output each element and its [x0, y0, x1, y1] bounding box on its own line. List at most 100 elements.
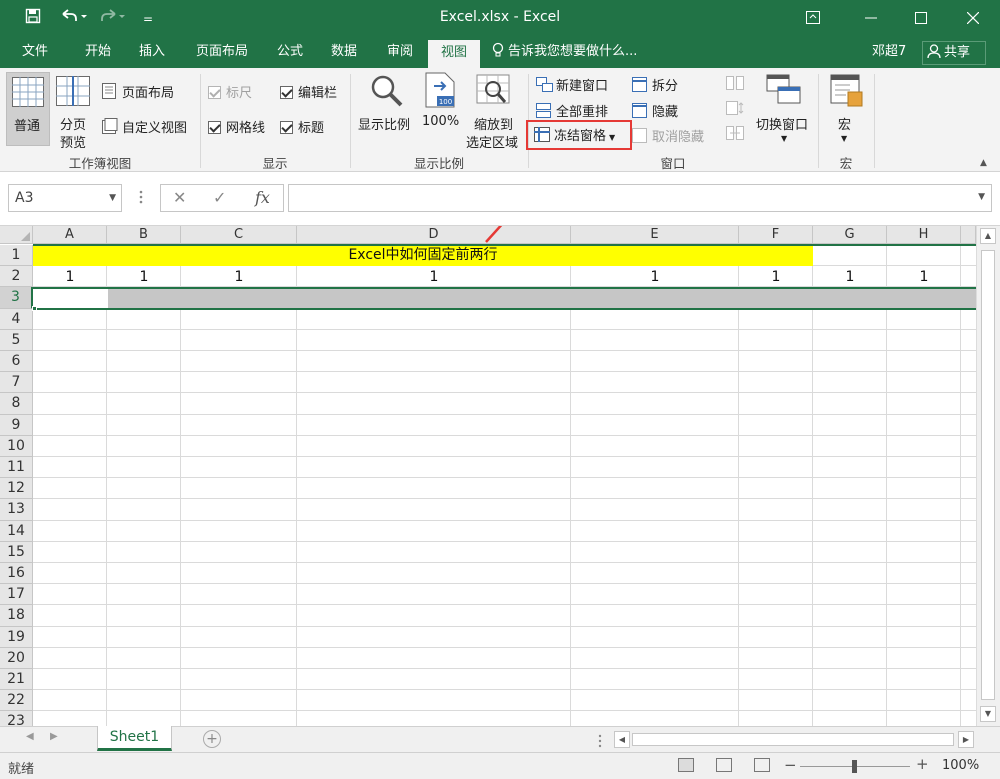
view-side-by-side-icon[interactable] [726, 76, 744, 94]
add-sheet-button[interactable]: + [203, 730, 221, 748]
expand-formula-bar-icon[interactable]: ▼ [978, 192, 985, 202]
arrange-all-button[interactable]: 全部重排 [536, 101, 608, 120]
row-header[interactable]: 11 [0, 457, 33, 479]
column-header[interactable]: H [887, 226, 961, 244]
zoom-to-selection-button[interactable]: 缩放到 选定区域 [464, 72, 522, 152]
row-header[interactable]: 15 [0, 541, 33, 563]
scroll-right-icon[interactable]: ▶ [958, 731, 974, 748]
zoom-slider[interactable] [800, 760, 910, 773]
horizontal-scroll-thumb[interactable] [632, 733, 954, 746]
page-layout-button[interactable]: 页面布局 [102, 82, 174, 101]
row-header[interactable]: 3 [0, 287, 33, 309]
horizontal-scrollbar[interactable]: ◀ ▶ [614, 731, 976, 748]
scroll-left-icon[interactable]: ◀ [614, 731, 630, 748]
column-header[interactable]: F [739, 226, 813, 244]
cell-row2[interactable]: 1 [887, 267, 961, 288]
chevron-down-icon[interactable]: ▼ [109, 185, 116, 211]
row-header[interactable]: 19 [0, 626, 33, 648]
tab-file[interactable]: 文件 [12, 38, 58, 68]
insert-function-icon[interactable]: fx [255, 188, 270, 207]
scroll-up-icon[interactable]: ▲ [980, 228, 996, 244]
row-header[interactable]: 18 [0, 605, 33, 627]
column-header[interactable]: A [33, 226, 107, 244]
page-break-status-icon[interactable] [754, 758, 770, 772]
column-header[interactable]: C [181, 226, 297, 244]
share-button[interactable]: 共享 [922, 41, 986, 65]
custom-views-button[interactable]: 自定义视图 [102, 117, 187, 136]
cell-row2[interactable]: 1 [107, 267, 181, 288]
row-header[interactable]: 22 [0, 690, 33, 712]
tab-review[interactable]: 审阅 [376, 38, 424, 68]
headings-checkbox[interactable]: 标题 [280, 117, 324, 136]
normal-view-button[interactable]: 普通 [6, 72, 50, 146]
collapse-ribbon-icon[interactable]: ▲ [980, 158, 987, 168]
row-header[interactable]: 10 [0, 435, 33, 457]
tab-view[interactable]: 视图 [428, 40, 480, 68]
column-header[interactable]: B [107, 226, 181, 244]
formula-bar-checkbox[interactable]: 编辑栏 [280, 82, 337, 101]
close-icon[interactable] [950, 0, 996, 38]
page-break-preview-button[interactable]: 分页 预览 [54, 72, 94, 151]
scroll-down-icon[interactable]: ▼ [980, 706, 996, 722]
macros-button[interactable]: 宏 ▼ [824, 72, 868, 152]
tab-formulas[interactable]: 公式 [266, 38, 314, 68]
zoom-100-button[interactable]: 100 100% [420, 72, 462, 150]
cell-row2[interactable]: 1 [813, 267, 887, 288]
name-box[interactable]: A3 ▼ [8, 184, 122, 212]
hide-button[interactable]: 隐藏 [632, 101, 678, 120]
zoom-slider-thumb[interactable] [852, 760, 857, 773]
row-header[interactable]: 16 [0, 563, 33, 585]
vertical-scroll-thumb[interactable] [981, 250, 995, 700]
cell-row2[interactable]: 1 [181, 267, 297, 288]
fill-handle[interactable] [32, 306, 37, 311]
row-header[interactable]: 14 [0, 520, 33, 542]
page-layout-status-icon[interactable] [716, 758, 732, 772]
row-header[interactable]: 6 [0, 351, 33, 373]
unhide-button[interactable]: 取消隐藏 [632, 126, 704, 145]
zoom-button[interactable]: 显示比例 [356, 72, 418, 150]
maximize-icon[interactable] [898, 0, 944, 38]
synchronous-scrolling-icon[interactable] [726, 101, 744, 119]
select-all-corner[interactable] [0, 226, 33, 244]
worksheet-grid[interactable]: ABCDEFGH 1 2 3 4 5 6 7 8 9 10 11 12 13 14 15 16 17 18 19 20… [0, 226, 1000, 726]
formula-input[interactable]: ▼ [288, 184, 992, 212]
tell-me-box[interactable]: 告诉我您想要做什么... [492, 38, 637, 68]
tab-home[interactable]: 开始 [74, 38, 122, 68]
row-header[interactable]: 20 [0, 647, 33, 669]
zoom-in-icon[interactable]: + [916, 755, 929, 773]
zoom-level[interactable]: 100% [942, 758, 979, 773]
row-header[interactable]: 17 [0, 584, 33, 606]
normal-view-status-icon[interactable] [678, 758, 694, 772]
row-header[interactable]: 13 [0, 499, 33, 521]
row-header[interactable]: 5 [0, 329, 33, 351]
minimize-icon[interactable] [848, 0, 894, 38]
enter-icon[interactable]: ✓ [213, 188, 226, 207]
sheet-tab-sheet1[interactable]: Sheet1 [97, 726, 172, 751]
vertical-scrollbar[interactable]: ▲ ▼ [976, 226, 1000, 726]
more-options-icon[interactable] [139, 188, 143, 206]
row-header[interactable]: 7 [0, 372, 33, 394]
row-header[interactable]: 21 [0, 669, 33, 691]
previous-sheet-icon[interactable]: ◀ [26, 731, 34, 742]
next-sheet-icon[interactable]: ▶ [50, 731, 58, 742]
column-header-partial[interactable] [961, 226, 976, 244]
more-options-icon[interactable] [598, 734, 602, 752]
ribbon-display-options-icon[interactable] [790, 0, 836, 38]
new-window-button[interactable]: 新建窗口 [536, 75, 608, 94]
tab-page-layout[interactable]: 页面布局 [186, 38, 258, 68]
ruler-checkbox[interactable]: 标尺 [208, 82, 252, 101]
row-header[interactable]: 2 [0, 266, 33, 288]
cell-row2[interactable]: 1 [33, 267, 107, 288]
row-header[interactable]: 9 [0, 414, 33, 436]
row-header[interactable]: 23 [0, 711, 33, 726]
switch-windows-button[interactable]: 切换窗口 ▼ [754, 72, 816, 152]
zoom-out-icon[interactable]: − [784, 756, 797, 774]
column-header[interactable]: E [571, 226, 739, 244]
row-header[interactable]: 8 [0, 393, 33, 415]
tab-insert[interactable]: 插入 [128, 38, 176, 68]
split-button[interactable]: 拆分 [632, 75, 678, 94]
row-header[interactable]: 1 [0, 245, 33, 267]
column-header[interactable]: G [813, 226, 887, 244]
cell-row2[interactable]: 1 [571, 267, 739, 288]
reset-window-position-icon[interactable] [726, 126, 744, 144]
